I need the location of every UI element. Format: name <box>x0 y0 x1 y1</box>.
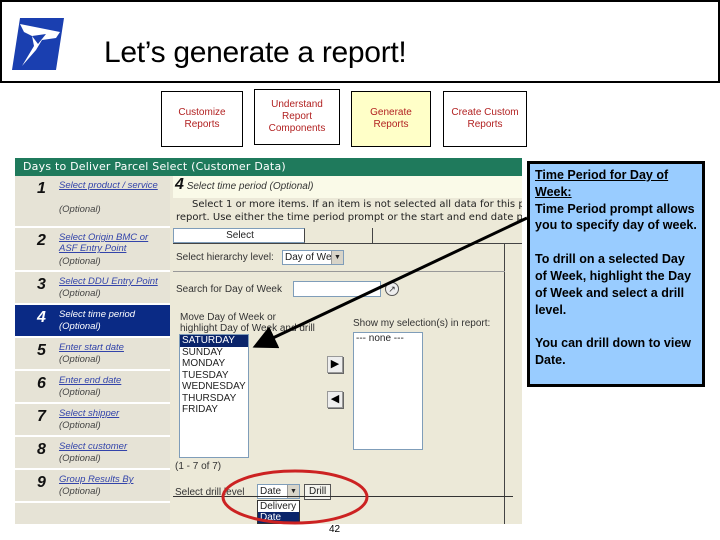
sidebar-item-group-by[interactable]: 9 Group Results By (Optional) <box>15 470 170 503</box>
callout-box: Time Period for Day of Week: Time Period … <box>527 161 705 387</box>
callout-text: You can drill down to view Date. <box>535 336 692 368</box>
list-option[interactable]: SATURDAY <box>180 335 248 347</box>
prompt-instructions: Select 1 or more items. If an item is no… <box>173 198 522 224</box>
list-option[interactable]: TUESDAY <box>180 370 248 382</box>
step-number: 5 <box>37 342 46 359</box>
sidebar-link[interactable]: Enter end date <box>59 375 167 386</box>
arrow-right-icon: ▶ <box>330 358 340 370</box>
sidebar-link[interactable]: Group Results By <box>59 474 167 485</box>
prompt-sidebar: 1 Select product / service (Optional) 2 … <box>15 176 170 524</box>
move-label: Move Day of Week or highlight Day of Week… <box>180 312 315 334</box>
prompt-tabs: Select −Qualify <box>173 228 522 244</box>
step-label: Customize Reports <box>178 107 226 130</box>
callout-text: Time Period prompt allows you to specify… <box>535 201 697 233</box>
divider <box>173 271 505 272</box>
available-items-list[interactable]: SATURDAY SUNDAY MONDAY TUESDAY WEDNESDAY THUR… <box>179 334 249 458</box>
step-number: 7 <box>37 408 46 425</box>
optional-label: (Optional) <box>59 256 101 267</box>
optional-label: (Optional) <box>59 354 101 365</box>
selected-items-list[interactable]: --- none --- <box>353 332 423 450</box>
sidebar-item-empty <box>15 503 170 524</box>
sidebar-link[interactable]: Select customer <box>59 441 167 452</box>
divider <box>504 244 505 524</box>
move-right-button[interactable]: ▶ <box>327 356 343 373</box>
step-number: 6 <box>37 375 46 392</box>
page-title: Let’s generate a report! <box>104 36 407 69</box>
step-label: Create Custom Reports <box>451 107 519 130</box>
sidebar-item-product[interactable]: 1 Select product / service (Optional) <box>15 176 170 228</box>
sidebar-link[interactable]: Enter start date <box>59 342 167 353</box>
step-number: 9 <box>37 474 46 491</box>
divider <box>173 496 513 497</box>
search-go-icon[interactable]: ↗ <box>385 282 399 296</box>
list-option[interactable]: MONDAY <box>180 358 248 370</box>
item-count: (1 - 7 of 7) <box>175 461 222 472</box>
callout-text: To drill on a selected Day of Week, high… <box>535 252 692 317</box>
sidebar-link[interactable]: Select time period <box>59 309 167 320</box>
tab-select[interactable]: Select <box>173 228 305 243</box>
prompt-panel: 4 Select time period (Optional) Select 1… <box>173 176 522 524</box>
move-left-button[interactable]: ◀ <box>327 391 343 408</box>
list-option[interactable]: Delivery <box>258 501 299 512</box>
sidebar-item-origin[interactable]: 2 Select Origin BMC or ASF Entry Point (… <box>15 228 170 272</box>
search-label: Search for Day of Week <box>176 284 282 295</box>
optional-label: (Optional) <box>59 486 101 497</box>
list-option[interactable]: THURSDAY <box>180 393 248 405</box>
report-app-window: Days to Deliver Parcel Select (Customer … <box>15 158 522 524</box>
step-create-custom-reports[interactable]: Create Custom Reports <box>443 91 527 147</box>
optional-label: (Optional) <box>59 288 101 299</box>
sidebar-item-customer[interactable]: 8 Select customer (Optional) <box>15 437 170 470</box>
sidebar-link[interactable]: Select product / service <box>59 180 167 191</box>
step-number: 4 <box>37 309 46 326</box>
step-number: 2 <box>37 232 46 249</box>
step-generate-reports[interactable]: Generate Reports <box>351 91 431 147</box>
sidebar-link[interactable]: Select DDU Entry Point <box>59 276 167 287</box>
step-number: 1 <box>37 180 46 197</box>
prompt-heading: 4 Select time period (Optional) <box>173 176 522 198</box>
search-input[interactable] <box>293 281 381 297</box>
step-customize-reports[interactable]: Customize Reports <box>161 91 243 147</box>
step-label: Understand Report Components <box>268 99 326 134</box>
list-option[interactable]: Date <box>258 512 299 523</box>
optional-label: (Optional) <box>59 387 101 398</box>
instruction-line: report. Use either the time period promp… <box>176 212 522 223</box>
list-option[interactable]: SUNDAY <box>180 347 248 359</box>
move-label-line: highlight Day of Week and drill <box>180 323 315 334</box>
optional-label: (Optional) <box>59 420 101 431</box>
list-option[interactable]: WEDNESDAY <box>180 381 248 393</box>
sidebar-item-start-date[interactable]: 5 Enter start date (Optional) <box>15 338 170 371</box>
hierarchy-label: Select hierarchy level: <box>176 252 274 263</box>
prompt-title: Select time period (Optional) <box>186 181 314 192</box>
sidebar-item-time-period[interactable]: 4 Select time period (Optional) <box>15 305 170 338</box>
step-number: 3 <box>37 276 46 293</box>
sidebar-link[interactable]: Select shipper <box>59 408 167 419</box>
dropdown-arrow-icon: ▼ <box>331 251 343 264</box>
sidebar-item-end-date[interactable]: 6 Enter end date (Optional) <box>15 371 170 404</box>
sidebar-item-ddu[interactable]: 3 Select DDU Entry Point (Optional) <box>15 272 170 305</box>
callout-heading: Time Period for Day of Week: <box>535 168 669 199</box>
step-understand-report-components[interactable]: Understand Report Components <box>254 89 340 145</box>
drill-level-options[interactable]: Delivery Date <box>257 500 300 524</box>
title-bar: Let’s generate a report! <box>0 0 720 83</box>
step-label: Generate Reports <box>370 107 412 130</box>
arrow-left-icon: ◀ <box>330 393 340 405</box>
usps-eagle-logo-icon <box>12 18 64 70</box>
hierarchy-select[interactable]: Day of Week ▼ <box>282 250 344 265</box>
list-option[interactable]: FRIDAY <box>180 404 248 416</box>
app-header: Days to Deliver Parcel Select (Customer … <box>15 158 522 176</box>
sidebar-item-shipper[interactable]: 7 Select shipper (Optional) <box>15 404 170 437</box>
move-label-line: Move Day of Week or <box>180 312 276 323</box>
list-option[interactable]: --- none --- <box>354 333 422 345</box>
drill-button[interactable]: Drill <box>304 484 332 500</box>
page-number: 42 <box>329 524 341 535</box>
step-number: 8 <box>37 441 46 458</box>
optional-label: (Optional) <box>59 453 101 464</box>
show-selection-label: Show my selection(s) in report: <box>353 318 491 329</box>
instruction-line: Select 1 or more items. If an item is no… <box>192 199 522 210</box>
optional-label: (Optional) <box>59 204 101 215</box>
optional-label: (Optional) <box>59 321 101 332</box>
sidebar-link[interactable]: Select Origin BMC or ASF Entry Point <box>59 232 167 254</box>
prompt-number: 4 <box>175 176 184 193</box>
